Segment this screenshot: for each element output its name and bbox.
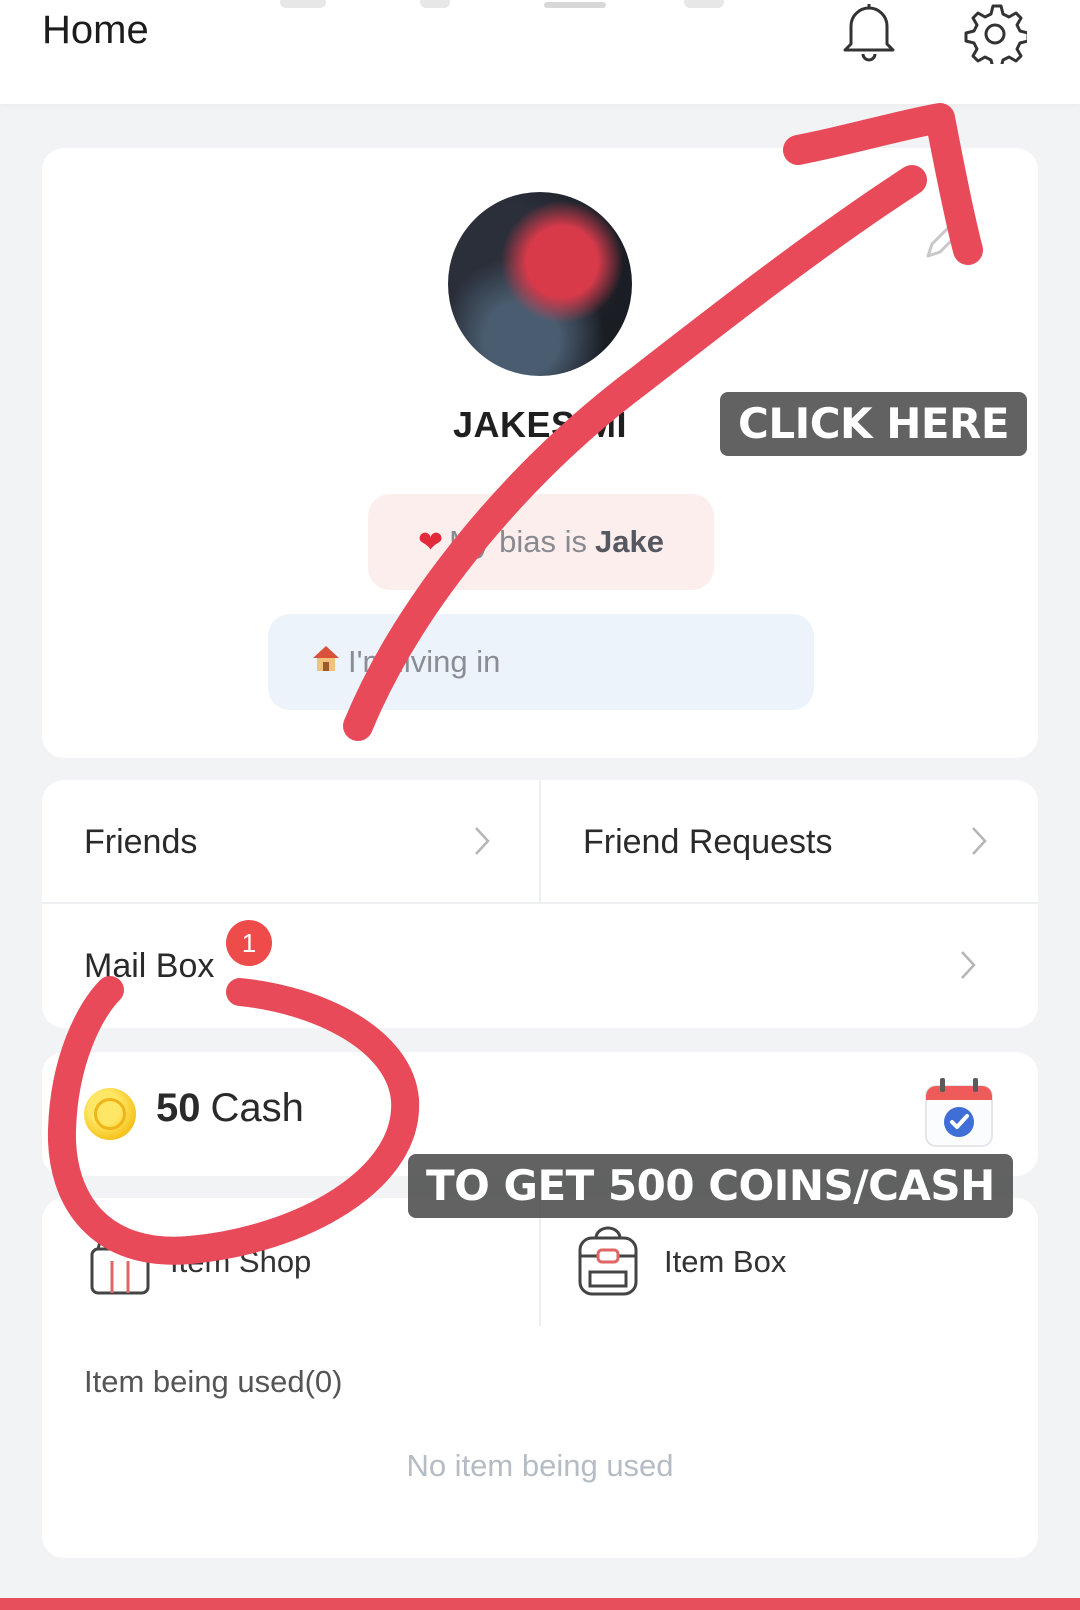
item-shop-label: Item Shop xyxy=(170,1244,312,1279)
settings-button[interactable] xyxy=(960,0,1030,64)
items-used-empty: No item being used xyxy=(406,1448,674,1483)
items-used-title: Item being used(0) xyxy=(84,1364,343,1399)
bell-icon xyxy=(843,4,895,62)
bias-name: Jake xyxy=(594,524,664,559)
menu-card: Friends Friend Requests Mail Box 1 xyxy=(42,780,1038,1028)
to-get-cash-label: TO GET 500 COINS/CASH xyxy=(408,1154,1013,1218)
living-text: I'm living in xyxy=(348,644,501,679)
items-used-card: Item being used(0) No item being used xyxy=(42,1326,1038,1558)
page-title: Home xyxy=(42,8,149,52)
attendance-calendar-button[interactable] xyxy=(924,1078,994,1153)
friends-label: Friends xyxy=(84,822,198,861)
living-chip: I'm living in xyxy=(268,614,814,710)
cash-balance: 50 Cash xyxy=(156,1086,304,1131)
divider xyxy=(539,780,541,904)
calendar-check-icon xyxy=(925,1078,993,1147)
avatar[interactable] xyxy=(448,192,632,376)
edit-profile-button[interactable] xyxy=(922,218,966,267)
shop-icon xyxy=(90,1233,150,1295)
pencil-icon xyxy=(926,222,962,258)
mail-box-label: Mail Box xyxy=(84,946,215,985)
friends-row[interactable]: Friends xyxy=(42,780,539,904)
item-box-label: Item Box xyxy=(664,1244,787,1279)
mail-badge: 1 xyxy=(226,920,272,966)
backpack-icon xyxy=(578,1226,638,1296)
status-bar-fragments xyxy=(280,0,780,12)
chevron-right-icon xyxy=(961,951,976,979)
notifications-button[interactable] xyxy=(834,0,904,64)
cash-unit: Cash xyxy=(210,1086,304,1130)
cash-amount: 50 xyxy=(156,1086,201,1130)
coin-icon xyxy=(84,1088,136,1140)
gear-icon xyxy=(964,4,1027,64)
bias-chip: ❤ My bias is Jake xyxy=(368,494,714,590)
bottom-accent-bar xyxy=(0,1598,1080,1610)
mail-box-row[interactable]: Mail Box 1 xyxy=(42,904,1038,1028)
friend-requests-row[interactable]: Friend Requests xyxy=(541,780,1038,904)
heart-icon: ❤ xyxy=(418,525,444,559)
chevron-right-icon xyxy=(972,827,987,855)
friend-requests-label: Friend Requests xyxy=(583,822,833,861)
house-icon xyxy=(310,642,342,682)
chevron-right-icon xyxy=(475,827,490,855)
click-here-label: CLICK HERE xyxy=(720,392,1028,456)
bias-prefix: My bias is xyxy=(449,524,587,559)
app-header: Home xyxy=(0,0,1080,104)
